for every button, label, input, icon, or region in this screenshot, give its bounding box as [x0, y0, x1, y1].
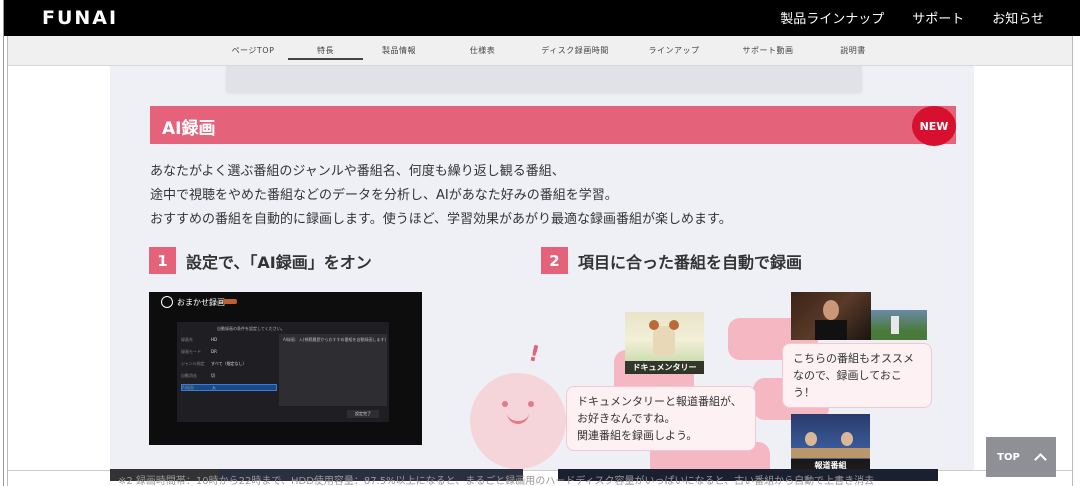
chevron-up-icon	[1033, 452, 1047, 466]
top-header: FUNAI 製品ラインナップ サポート お知らせ	[4, 0, 1080, 36]
tv-row-value: 入	[212, 384, 216, 390]
speech-bubble-right: こちらの番組もオススメ なので、録画しておこう！	[782, 343, 932, 408]
bubble-line: こちらの番組もオススメ	[793, 352, 914, 365]
sub-nav-disc-time[interactable]: ディスク録画時間	[530, 45, 620, 60]
top-nav-support[interactable]: サポート	[912, 8, 964, 27]
tv-row-key: 自動消去	[181, 372, 197, 378]
tv-row-selected: AI録画 入	[181, 384, 277, 391]
tv-row-key: AI録画	[182, 384, 194, 390]
description-line: 途中で視聴をやめた番組などのデータを分析し、AIがあなた好みの番組を学習。	[150, 188, 618, 203]
tv-info-text: AI録画：入(視聴履歴からおすすめ番組を自動録画します)	[283, 337, 387, 342]
tv-settings-panel: 自動録画の条件を設定してください。 録画先 HD 録画モード DR ジャンル指定…	[177, 322, 389, 422]
tv-confirm-button: 設定完了	[347, 410, 379, 418]
sub-nav-product-info[interactable]: 製品情報	[363, 45, 435, 60]
description-line: おすすめの番組を自動的に録画します。使うほど、学習効果があがり最適な録画番組が楽…	[150, 212, 732, 227]
sub-nav-page-top[interactable]: ページTOP	[218, 45, 288, 60]
back-to-top-button[interactable]: TOP	[986, 437, 1056, 477]
step-2-number: 2	[541, 247, 568, 274]
sub-nav-lineup[interactable]: ラインアップ	[620, 45, 728, 60]
step-1: 1 設定で、「AI録画」をオン	[149, 247, 372, 274]
step-1-number: 1	[149, 247, 176, 274]
person-suit	[815, 320, 847, 340]
sub-nav-specs[interactable]: 仕様表	[435, 45, 530, 60]
tv-row-value: 切	[211, 372, 215, 378]
tv-row: ジャンル指定 すべて（指定なし）	[181, 360, 277, 367]
eye	[502, 401, 508, 407]
person-head	[823, 300, 839, 320]
sub-nav-support-video[interactable]: サポート動画	[728, 45, 808, 60]
tv-row: 録画先 HD	[181, 336, 277, 343]
bubble-line: お好きなんですね。	[577, 412, 676, 425]
documentary-label: ドキュメンタリー	[625, 361, 704, 374]
movie-thumbnail	[791, 292, 871, 340]
top-nav-news[interactable]: お知らせ	[992, 8, 1044, 27]
sub-nav-items: ページTOP 特長 製品情報 仕様表 ディスク録画時間 ラインアップ サポート動…	[218, 45, 898, 60]
tv-row-key: 録画先	[181, 336, 193, 342]
sports-thumbnail	[871, 310, 927, 340]
window-edge-right	[1072, 36, 1080, 486]
tv-row-value: DR	[211, 349, 217, 354]
dog-ear	[669, 320, 679, 330]
window-edge-left-inner	[3, 36, 8, 486]
page-frame: FUNAI 製品ラインナップ サポート お知らせ ページTOP 特長 製品情報 …	[0, 0, 1080, 486]
news-desk	[791, 448, 870, 458]
tv-row-key: ジャンル指定	[181, 360, 205, 366]
dropdown-shadow	[226, 66, 862, 92]
exclamation-icon: !	[526, 341, 542, 368]
description-line: あなたがよく選ぶ番組のジャンルや番組名、何度も繰り返し観る番組、	[150, 164, 565, 179]
character-face	[470, 373, 566, 469]
top-nav: 製品ラインナップ サポート お知らせ	[780, 8, 1044, 27]
player-figure	[891, 316, 899, 334]
mouth	[507, 413, 529, 424]
anchor-head	[805, 432, 817, 446]
tv-info-panel: AI録画：入(視聴履歴からおすすめ番組を自動録画します)	[279, 334, 387, 406]
sub-nav-manual[interactable]: 説明書	[808, 45, 898, 60]
tv-row: 自動消去 切	[181, 372, 277, 379]
sub-nav-features[interactable]: 特長	[288, 45, 363, 60]
step-1-label: 設定で、「AI録画」をオン	[186, 252, 372, 272]
new-badge: NEW	[912, 106, 956, 146]
funai-logo[interactable]: FUNAI	[42, 7, 118, 29]
section-header: AI録画	[150, 106, 956, 144]
tv-row-value: HD	[211, 337, 218, 342]
bubble-line: ドキュメンタリーと報道番組が、	[577, 395, 742, 408]
brand-mark-icon	[223, 299, 237, 304]
sub-nav: ページTOP 特長 製品情報 仕様表 ディスク録画時間 ラインアップ サポート動…	[8, 36, 1072, 66]
news-thumbnail: 報道番組	[791, 414, 870, 472]
section-title: AI録画	[162, 119, 216, 139]
step-2: 2 項目に合った番組を自動で録画	[541, 247, 802, 274]
dog-ear	[649, 320, 659, 330]
back-to-top-label: TOP	[997, 451, 1020, 463]
speech-bubble-left: ドキュメンタリーと報道番組が、 お好きなんですね。 関連番組を録画しよう。	[566, 386, 756, 451]
tv-panel-heading: 自動録画の条件を設定してください。	[217, 326, 285, 331]
documentary-thumbnail: ドキュメンタリー	[625, 312, 704, 374]
tv-row: 録画モード DR	[181, 348, 277, 355]
footnote-text: ※2 録画時間帯：10時から22時まで、HDD使用容量：87.5%以上になると、…	[118, 476, 875, 486]
bubble-line: なので、録画しておこう！	[793, 369, 902, 399]
tv-row-value: すべて（指定なし）	[211, 360, 247, 366]
main-content: AI録画 NEW あなたがよく選ぶ番組のジャンルや番組名、何度も繰り返し観る番組…	[110, 66, 974, 486]
anchor-head	[841, 432, 853, 446]
eye	[528, 401, 534, 407]
dog-figure	[653, 326, 675, 356]
recording-icon	[161, 296, 173, 308]
tv-row-key: 録画モード	[181, 348, 201, 354]
step-2-label: 項目に合った番組を自動で録画	[578, 252, 803, 272]
section-description: あなたがよく選ぶ番組のジャンルや番組名、何度も繰り返し観る番組、 途中で視聴をや…	[150, 160, 930, 232]
tv-settings-screenshot: おまかせ録画 自動録画の条件を設定してください。 録画先 HD 録画モード DR…	[149, 292, 422, 445]
bubble-line: 関連番組を録画しよう。	[577, 429, 698, 442]
tv-screen-title: おまかせ録画	[177, 298, 225, 307]
top-nav-products[interactable]: 製品ラインナップ	[780, 8, 884, 27]
